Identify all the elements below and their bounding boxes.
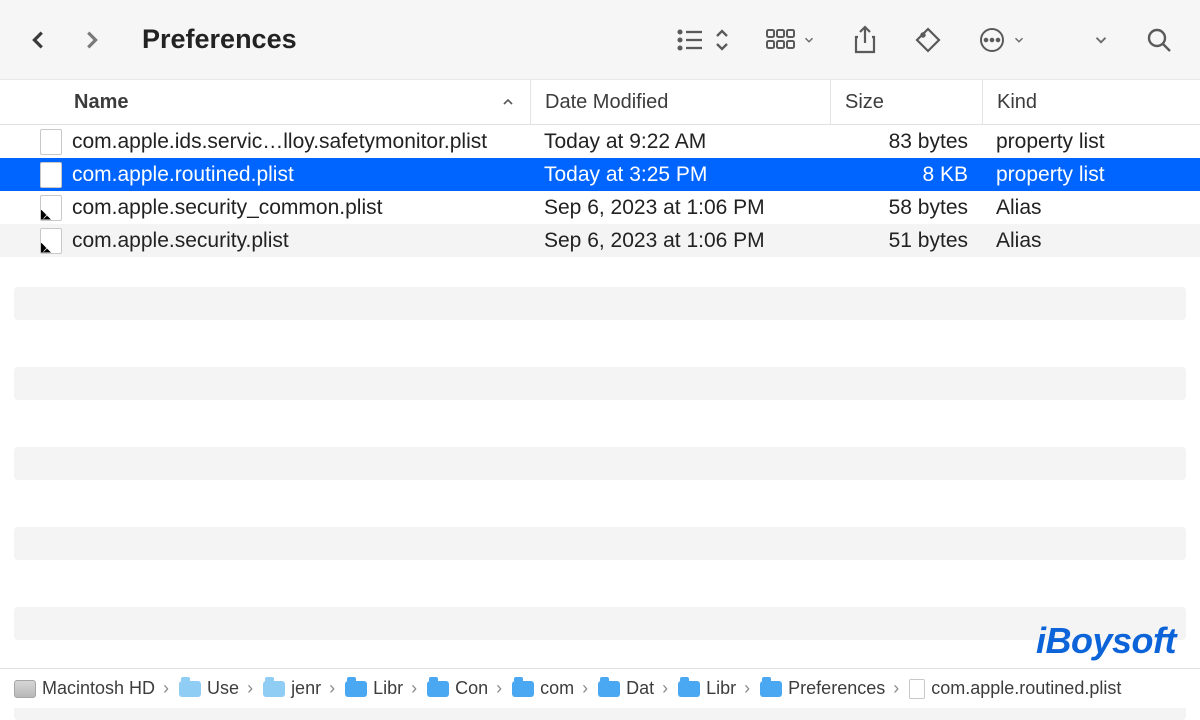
folder-icon	[598, 681, 620, 697]
file-row[interactable]: com.apple.routined.plist Today at 3:25 P…	[0, 158, 1200, 191]
path-segment[interactable]: com›	[512, 678, 590, 699]
tag-button[interactable]	[914, 26, 942, 54]
file-row[interactable]: com.apple.ids.servic…lloy.safetymonitor.…	[0, 125, 1200, 158]
folder-icon	[678, 681, 700, 697]
path-segment[interactable]: Macintosh HD›	[14, 678, 171, 699]
path-segment[interactable]: Libr›	[678, 678, 752, 699]
drive-icon	[14, 680, 36, 698]
nav-arrows	[28, 29, 102, 51]
path-segment[interactable]: Libr›	[345, 678, 419, 699]
search-button[interactable]	[1146, 27, 1172, 53]
path-segment[interactable]: jenr›	[263, 678, 337, 699]
placeholder-rows	[0, 257, 1200, 720]
more-button[interactable]	[978, 26, 1026, 54]
file-icon	[40, 129, 62, 155]
toolbar: Preferences	[0, 0, 1200, 80]
file-icon	[40, 162, 62, 188]
window-title: Preferences	[142, 24, 297, 55]
file-list: com.apple.ids.servic…lloy.safetymonitor.…	[0, 125, 1200, 257]
folder-icon	[263, 681, 285, 697]
path-bar: Macintosh HD› Use› jenr› Libr› Con› com›…	[0, 668, 1200, 708]
column-headers: Name Date Modified Size Kind	[0, 80, 1200, 125]
column-header-date[interactable]: Date Modified	[530, 80, 830, 124]
toolbar-actions	[676, 25, 1172, 55]
share-button[interactable]	[852, 25, 878, 55]
path-segment[interactable]: com.apple.routined.plist	[909, 678, 1121, 699]
column-header-name[interactable]: Name	[0, 80, 530, 124]
document-icon	[909, 679, 925, 699]
alias-icon	[40, 195, 62, 221]
folder-icon	[512, 681, 534, 697]
dropdown-button[interactable]	[1092, 31, 1110, 49]
path-segment[interactable]: Dat›	[598, 678, 670, 699]
folder-icon	[179, 681, 201, 697]
path-segment[interactable]: Preferences›	[760, 678, 901, 699]
path-segment[interactable]: Use›	[179, 678, 255, 699]
path-segment[interactable]: Con›	[427, 678, 504, 699]
folder-icon	[427, 681, 449, 697]
group-button[interactable]	[766, 28, 816, 52]
forward-icon[interactable]	[80, 29, 102, 51]
view-list-button[interactable]	[676, 27, 730, 53]
alias-icon	[40, 228, 62, 254]
file-row[interactable]: com.apple.security.plist Sep 6, 2023 at …	[0, 224, 1200, 257]
watermark: iBoysoft	[1036, 620, 1176, 662]
sort-ascending-icon	[500, 94, 516, 110]
back-icon[interactable]	[28, 29, 50, 51]
file-row[interactable]: com.apple.security_common.plist Sep 6, 2…	[0, 191, 1200, 224]
folder-icon	[760, 681, 782, 697]
folder-icon	[345, 681, 367, 697]
column-header-kind[interactable]: Kind	[982, 80, 1200, 124]
column-header-size[interactable]: Size	[830, 80, 982, 124]
